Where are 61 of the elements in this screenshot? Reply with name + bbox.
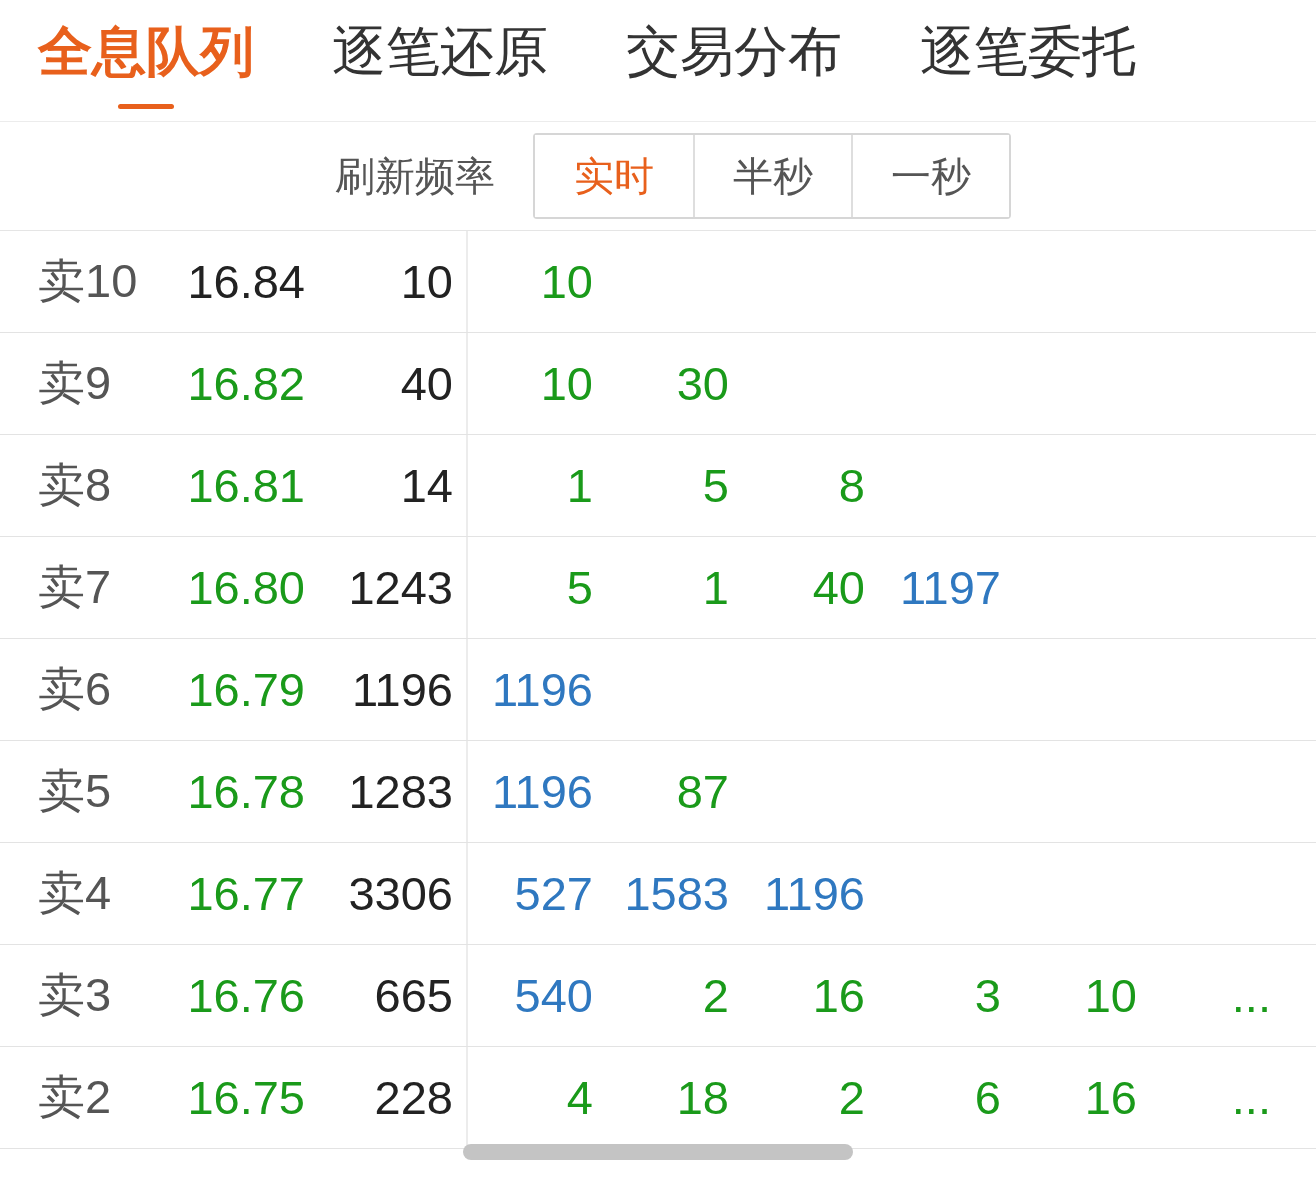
volume-cell-text: 40	[399, 356, 453, 411]
level-label: 卖3	[37, 967, 113, 1023]
order-cell-text: 1196	[762, 866, 866, 921]
segment-option[interactable]: 一秒	[851, 135, 1009, 217]
volume-cell-text: 1196	[350, 662, 453, 717]
order-cell-text: 10	[539, 356, 594, 411]
order-cell-text: 40	[811, 560, 866, 615]
order-cell-text: 1196	[490, 764, 594, 819]
order-cell-text: 1	[565, 458, 594, 513]
order-cell-text: 1196	[490, 662, 594, 717]
level-label: 卖6	[37, 661, 113, 717]
volume-cell-text: 3306	[347, 866, 453, 921]
level-label: 卖9	[37, 355, 113, 411]
level-label: 卖10	[37, 253, 138, 309]
price-cell-text: 16.77	[186, 866, 305, 921]
order-cell-text: 4	[565, 1070, 594, 1125]
price-cell-text: 16.80	[186, 560, 305, 615]
price-cell-text: 16.76	[186, 968, 305, 1023]
price-cell-text: 16.75	[186, 1070, 305, 1125]
level-label: 卖4	[37, 865, 113, 921]
volume-cell-text: 10	[399, 254, 453, 309]
volume-cell-text: 228	[373, 1070, 453, 1125]
tab[interactable]: 逐笔委托	[920, 0, 1136, 121]
order-cell-text: 1197	[898, 560, 1002, 615]
order-cell-text: 10	[539, 254, 594, 309]
order-cell-text: 6	[973, 1070, 1002, 1125]
order-cell-text: 87	[675, 764, 730, 819]
price-cell-text: 16.78	[186, 764, 305, 819]
order-cell-text: 1	[701, 560, 730, 615]
volume-cell-text: 1283	[347, 764, 453, 819]
order-cell-text: 5	[565, 560, 594, 615]
order-cell-text: 18	[675, 1070, 730, 1125]
level-label: 卖7	[37, 559, 113, 615]
volume-cell-text: 1243	[347, 560, 453, 615]
tab[interactable]: 逐笔还原	[332, 0, 548, 121]
price-cell-text: 16.79	[186, 662, 305, 717]
order-cell-text: 540	[513, 968, 594, 1023]
level-label: 卖5	[37, 763, 113, 819]
price-cell-text: 16.82	[186, 356, 305, 411]
level-label: 卖8	[37, 457, 113, 513]
level-label: 卖2	[37, 1069, 113, 1125]
refresh-rate-label: 刷新频率	[335, 152, 495, 200]
scrollbar[interactable]	[463, 1144, 853, 1160]
order-cell-text: 2	[701, 968, 730, 1023]
price-cell-text: 16.81	[186, 458, 305, 513]
order-cell-text: 10	[1083, 968, 1138, 1023]
order-cell-text: 3	[973, 968, 1002, 1023]
volume-cell-text: 665	[373, 968, 453, 1023]
tab[interactable]: 交易分布	[626, 0, 842, 121]
volume-cell-text: 14	[399, 458, 453, 513]
price-cell-text: 16.84	[186, 254, 305, 309]
order-cell-text: 1583	[623, 866, 730, 921]
order-cell-text: 16	[811, 968, 866, 1023]
order-cell-text: 5	[701, 458, 730, 513]
order-cell-text: 16	[1083, 1070, 1138, 1125]
order-cell-text: 527	[513, 866, 594, 921]
order-cell-text: 30	[675, 356, 730, 411]
order-cell-text: 2	[837, 1070, 866, 1125]
more-indicator: ...	[1230, 968, 1272, 1023]
order-cell-text: 8	[837, 458, 866, 513]
more-indicator: ...	[1230, 1070, 1272, 1125]
